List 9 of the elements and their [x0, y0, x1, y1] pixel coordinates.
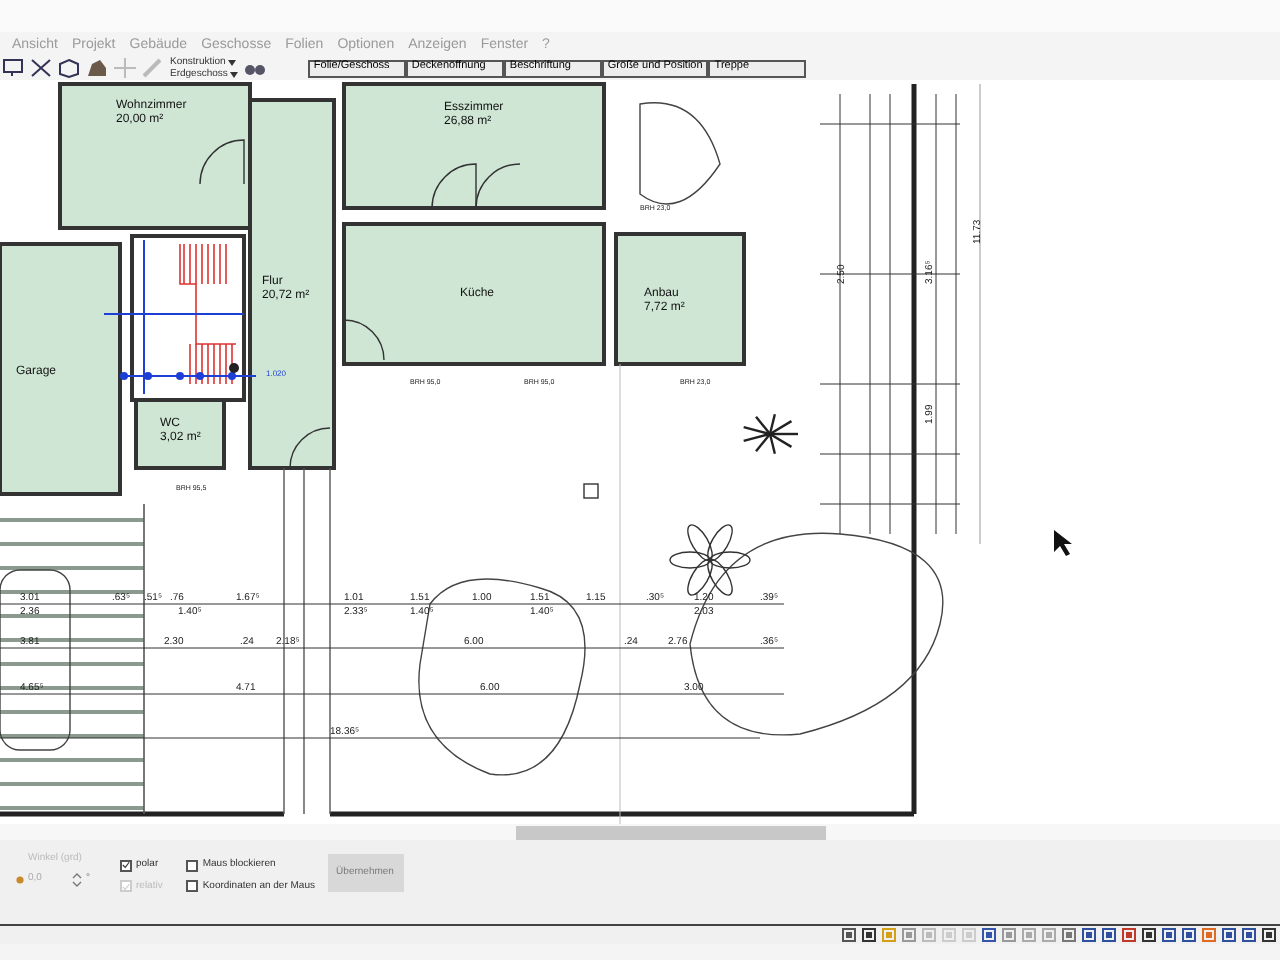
monitor-icon[interactable] [2, 58, 24, 78]
checkbox[interactable] [186, 859, 199, 872]
checkbox[interactable] [120, 859, 132, 872]
checkbox[interactable] [186, 880, 199, 893]
binoculars-icon[interactable] [243, 59, 266, 77]
scrollbar-thumb[interactable] [516, 825, 826, 839]
cursor-icon [1054, 530, 1072, 556]
angle-icon [16, 873, 24, 885]
spinner-icon[interactable] [72, 871, 82, 887]
